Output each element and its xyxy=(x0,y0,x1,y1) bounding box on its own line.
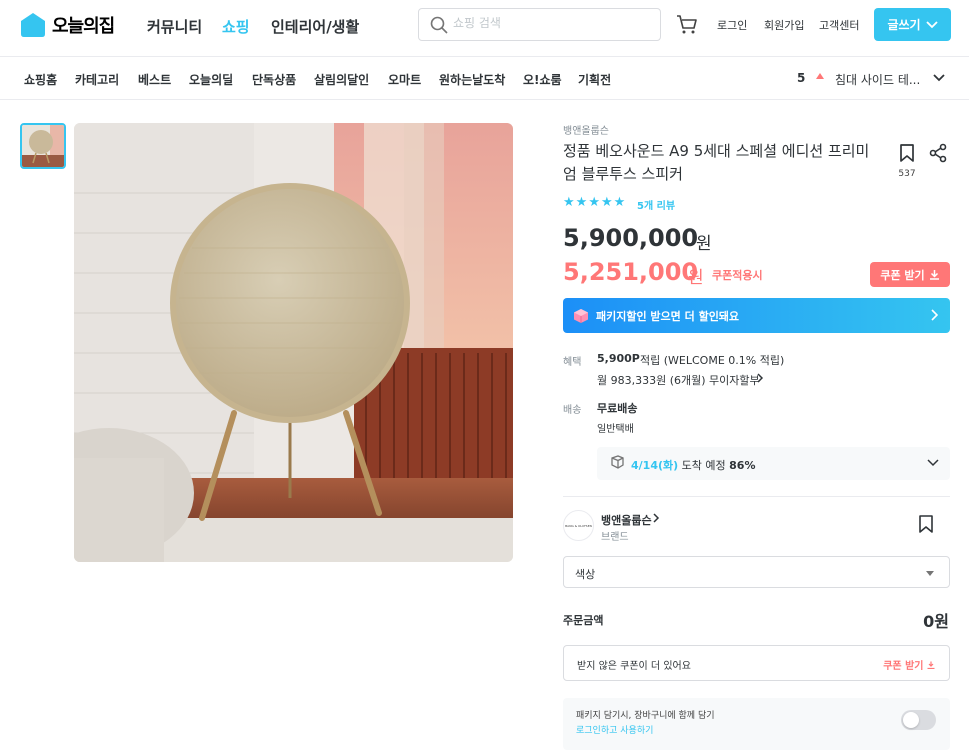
unclaimed-coupon-box[interactable]: 받지 않은 쿠폰이 더 있어요 쿠폰 받기 xyxy=(563,645,950,681)
shipping-label: 배송 xyxy=(563,405,582,416)
arrival-rate: 86% xyxy=(729,459,756,472)
star-icon: ★ xyxy=(600,195,613,210)
nav-community[interactable]: 커뮤니티 xyxy=(147,16,202,37)
logo-text: 오늘의집 xyxy=(52,16,115,37)
trending-rank-number: 5 xyxy=(797,71,806,85)
installment-link[interactable]: 월 983,333원 (6개월) 무이자할부 xyxy=(597,372,760,388)
original-price: 5,900,000 xyxy=(563,224,699,252)
subnav-exclusive[interactable]: 단독상품 xyxy=(252,71,296,88)
chevron-right-icon xyxy=(653,513,660,523)
home-logo[interactable]: 오늘의집 xyxy=(20,12,115,38)
customer-center-link[interactable]: 고객센터 xyxy=(819,17,859,33)
chevron-down-icon xyxy=(927,459,939,467)
subnav-household-master[interactable]: 살림의달인 xyxy=(314,71,369,88)
arrival-estimate-text: 4/14(화) 도착 예정 86% xyxy=(631,457,755,473)
package-banner-text: 패키지할인 받으면 더 할인돼요 xyxy=(596,309,740,323)
product-main-image[interactable] xyxy=(74,123,513,562)
original-price-unit: 원 xyxy=(696,234,712,254)
search-icon xyxy=(430,16,448,34)
order-amount-value: 0원 xyxy=(923,612,949,631)
free-shipping: 무료배송 xyxy=(597,402,638,415)
brand-name-link[interactable]: 뱅앤올룹슨 xyxy=(601,512,652,528)
brand-bookmark-icon[interactable] xyxy=(918,515,934,533)
subnav-todays-deal[interactable]: 오늘의딜 xyxy=(189,71,233,88)
chevron-down-icon xyxy=(925,20,938,28)
search-input[interactable] xyxy=(453,16,653,30)
brand-sub-label: 브랜드 xyxy=(601,532,629,543)
download-icon xyxy=(927,661,935,670)
subnav-category[interactable]: 카테고리 xyxy=(75,71,119,88)
subnav-best[interactable]: 베스트 xyxy=(138,71,171,88)
package-cart-option: 패키지 담기시, 장바구니에 함께 담기 로그인하고 사용하기 xyxy=(563,698,950,750)
arrival-estimate-dropdown[interactable]: 4/14(화) 도착 예정 86% xyxy=(597,447,950,480)
write-button[interactable]: 글쓰기 xyxy=(874,8,951,41)
sale-price-unit: 원 xyxy=(688,268,704,288)
package-cart-toggle[interactable] xyxy=(901,710,936,730)
coupon-button-label: 쿠폰 받기 xyxy=(880,268,925,282)
review-count-link[interactable]: 5개 리뷰 xyxy=(637,197,675,212)
speaker-photo xyxy=(74,123,513,562)
arrival-text: 도착 예정 xyxy=(681,459,726,472)
chevron-right-icon xyxy=(757,373,764,383)
login-link[interactable]: 로그인 xyxy=(717,17,747,33)
subnav-showroom[interactable]: 오!쇼룸 xyxy=(523,71,562,88)
star-icon: ★ xyxy=(563,195,575,210)
star-icon: ★ xyxy=(613,195,626,210)
sale-price: 5,251,000 xyxy=(563,258,699,286)
subnav-promotions[interactable]: 기획전 xyxy=(578,71,611,88)
package-discount-banner[interactable]: 패키지할인 받으면 더 할인돼요 xyxy=(563,298,950,333)
bookmark-button[interactable]: 537 xyxy=(898,143,916,179)
download-icon xyxy=(929,270,939,280)
top-header: 오늘의집 커뮤니티 쇼핑 인테리어/생활 로그인 회원가입 고객센터 글쓰기 xyxy=(0,0,969,57)
search-box[interactable] xyxy=(418,8,661,41)
order-amount-label: 주문금액 xyxy=(563,614,604,627)
delivery-truck-icon xyxy=(611,455,624,469)
benefit-points-note: 적립 (WELCOME 0.1% 적립) xyxy=(640,354,785,367)
unclaimed-coupon-text: 받지 않은 쿠폰이 더 있어요 xyxy=(577,661,691,672)
product-thumbnail[interactable] xyxy=(20,123,66,169)
coupon-applied-note: 쿠폰적용시 xyxy=(712,269,763,282)
section-divider xyxy=(563,496,950,497)
star-icon: ★ xyxy=(588,195,600,210)
share-icon[interactable] xyxy=(929,143,947,163)
rank-up-icon xyxy=(816,73,824,79)
login-to-use-link[interactable]: 로그인하고 사용하기 xyxy=(576,723,653,736)
brand-link[interactable]: 뱅앤올룹슨 xyxy=(563,122,609,137)
get-coupon-link-label: 쿠폰 받기 xyxy=(883,661,924,672)
package-cart-text: 패키지 담기시, 장바구니에 함께 담기 xyxy=(576,711,715,721)
subnav-shopping-home[interactable]: 쇼핑홈 xyxy=(24,71,57,88)
bookmark-icon xyxy=(900,144,914,162)
star-icon: ★ xyxy=(575,195,588,210)
rating-stars: ★ ★ ★ ★ ★ xyxy=(563,196,625,210)
shopping-subnav: 쇼핑홈 카테고리 베스트 오늘의딜 단독상품 살림의달인 오마트 원하는날도착 … xyxy=(0,57,969,100)
nav-shopping[interactable]: 쇼핑 xyxy=(222,16,250,37)
trending-keyword[interactable]: 침대 사이드 테... xyxy=(835,71,920,88)
chevron-down-icon[interactable] xyxy=(932,71,946,85)
shipping-type: 일반택배 xyxy=(597,424,634,435)
benefit-label: 혜택 xyxy=(563,357,582,368)
brand-logo[interactable]: BANG & OLUFSEN xyxy=(563,510,594,541)
arrival-date: 4/14(화) xyxy=(631,459,679,472)
color-option-select[interactable]: 색상 xyxy=(563,556,950,588)
subnav-desired-day-delivery[interactable]: 원하는날도착 xyxy=(439,71,505,88)
speaker-thumbnail-image xyxy=(22,125,64,167)
product-title: 정품 베오사운드 A9 5세대 스페셜 에디션 프리미엄 블루투스 스피커 xyxy=(563,142,870,183)
signup-link[interactable]: 회원가입 xyxy=(764,17,804,33)
toggle-knob xyxy=(903,712,919,728)
house-logo-icon xyxy=(21,13,45,37)
cart-icon[interactable] xyxy=(676,13,698,35)
get-coupon-link[interactable]: 쿠폰 받기 xyxy=(883,657,935,672)
option-select-value: 색상 xyxy=(575,568,596,581)
write-label: 글쓰기 xyxy=(887,18,921,32)
bookmark-count: 537 xyxy=(898,169,916,179)
get-coupon-button[interactable]: 쿠폰 받기 xyxy=(870,262,950,287)
caret-down-icon xyxy=(926,571,934,576)
package-box-icon xyxy=(574,308,588,323)
nav-interior[interactable]: 인테리어/생활 xyxy=(271,16,359,37)
benefit-points: 5,900P xyxy=(597,352,640,365)
chevron-right-icon xyxy=(931,309,938,321)
subnav-omart[interactable]: 오마트 xyxy=(388,71,421,88)
